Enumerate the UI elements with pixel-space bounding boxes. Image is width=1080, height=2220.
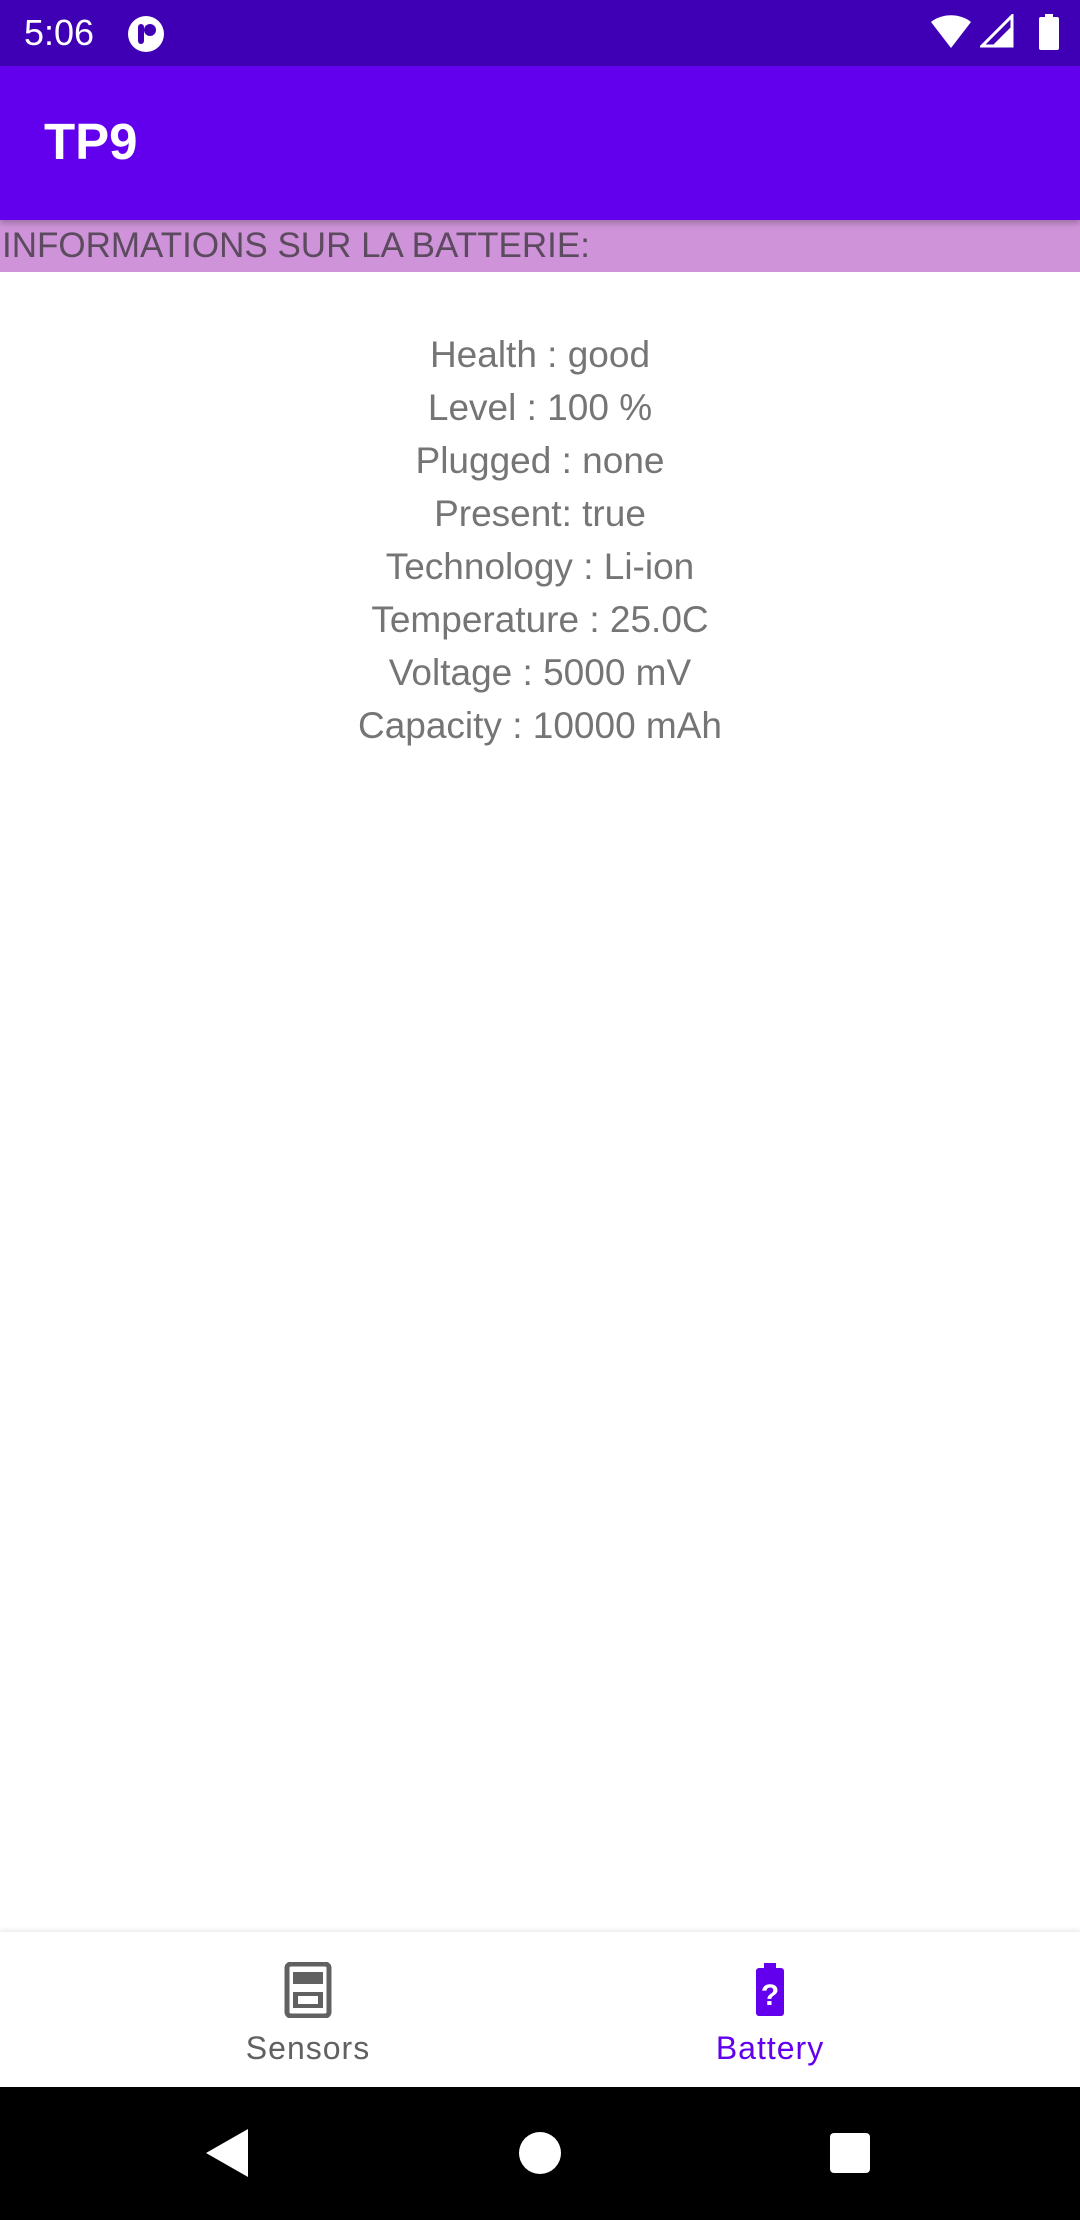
battery-capacity: Capacity : 10000 mAh — [357, 705, 723, 746]
system-navigation-bar — [0, 2087, 1080, 2220]
nav-label-battery: Battery — [715, 2030, 825, 2066]
nav-label-sensors: Sensors — [245, 2030, 371, 2066]
battery-section-header: INFORMATIONS SUR LA BATTERIE: — [0, 220, 1080, 272]
app-bar: TP9 — [0, 66, 1080, 220]
svg-text:?: ? — [761, 1979, 779, 2012]
battery-plugged: Plugged : none — [415, 440, 665, 481]
recents-icon[interactable] — [822, 2125, 878, 2181]
app-title: TP9 — [44, 113, 138, 170]
battery-technology: Technology : Li-ion — [385, 546, 695, 587]
app-notification-icon — [128, 16, 164, 52]
wifi-icon — [931, 15, 971, 48]
cellular-signal-icon — [980, 14, 1014, 48]
battery-health: Health : good — [429, 334, 651, 375]
bottom-navigation: Sensors ? Battery — [0, 1931, 1080, 2088]
status-bar: 5:06 — [0, 0, 1080, 66]
back-icon[interactable] — [202, 2125, 258, 2181]
battery-voltage: Voltage : 5000 mV — [388, 652, 692, 693]
home-icon[interactable] — [512, 2125, 568, 2181]
battery-level: Level : 100 % — [427, 387, 653, 428]
nav-item-battery[interactable]: ? Battery — [500, 1932, 1040, 2088]
nav-item-sensors[interactable]: Sensors — [38, 1932, 578, 2088]
battery-temperature: Temperature : 25.0C — [371, 599, 709, 640]
battery-info-list: Health : good Level : 100 % Plugged : no… — [0, 328, 1080, 752]
battery-unknown-icon: ? — [756, 1963, 784, 2016]
battery-full-icon — [1039, 14, 1059, 50]
battery-present: Present: true — [434, 493, 646, 534]
sensors-icon — [284, 1962, 332, 2018]
status-time: 5:06 — [24, 12, 95, 53]
